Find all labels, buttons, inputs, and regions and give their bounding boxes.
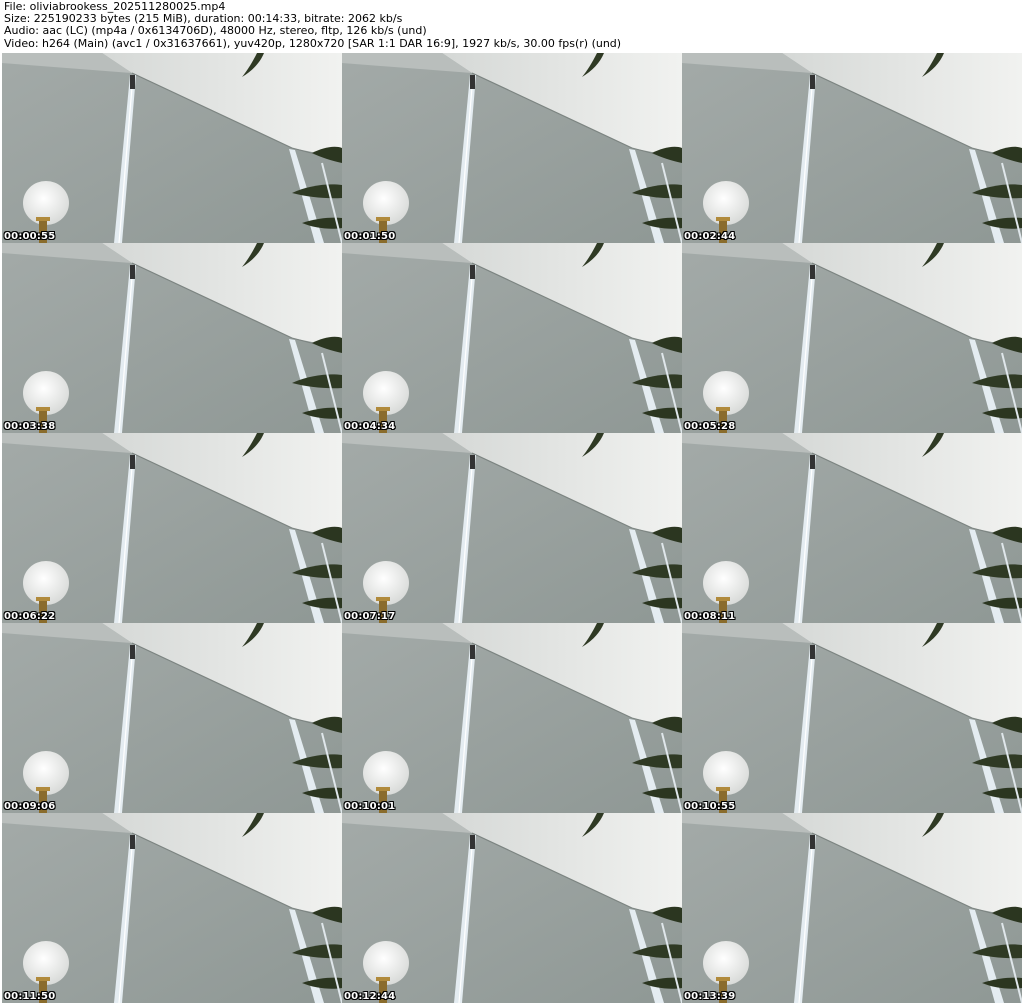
timestamp-label: 00:09:06 [4, 801, 56, 812]
timestamp-label: 00:02:44 [684, 231, 736, 242]
file-info-header: File: oliviabrookess_202511280025.mp4 Si… [4, 1, 1020, 50]
video-thumbnail-6: 00:05:28 [682, 243, 1022, 433]
timestamp-label: 00:08:11 [684, 611, 736, 622]
frame-image [2, 243, 342, 433]
timestamp-label: 00:06:22 [4, 611, 56, 622]
timestamp-label: 00:07:17 [344, 611, 396, 622]
frame-image [682, 433, 1022, 623]
frame-image [2, 53, 342, 243]
file-name-line: File: oliviabrookess_202511280025.mp4 [4, 1, 226, 13]
frame-image [342, 243, 682, 433]
video-thumbnail-12: 00:10:55 [682, 623, 1022, 813]
video-thumbnail-2: 00:01:50 [342, 53, 682, 243]
frame-image [342, 623, 682, 813]
timestamp-label: 00:12:44 [344, 991, 396, 1002]
timestamp-label: 00:13:39 [684, 991, 736, 1002]
video-thumbnail-1: 00:00:55 [2, 53, 342, 243]
video-thumbnail-7: 00:06:22 [2, 433, 342, 623]
frame-image [2, 813, 342, 1003]
video-thumbnail-3: 00:02:44 [682, 53, 1022, 243]
frame-image [2, 623, 342, 813]
frame-image [682, 813, 1022, 1003]
timestamp-label: 00:10:55 [684, 801, 736, 812]
video-thumbnail-10: 00:09:06 [2, 623, 342, 813]
video-thumbnail-8: 00:07:17 [342, 433, 682, 623]
video-thumbnail-9: 00:08:11 [682, 433, 1022, 623]
video-info-line: Video: h264 (Main) (avc1 / 0x31637661), … [4, 37, 622, 50]
video-thumbnail-14: 00:12:44 [342, 813, 682, 1003]
frame-image [342, 813, 682, 1003]
file-size-line: Size: 225190233 bytes (215 MiB), duratio… [4, 13, 403, 26]
frame-image [682, 623, 1022, 813]
video-thumbnail-13: 00:11:50 [2, 813, 342, 1003]
audio-info-line: Audio: aac (LC) (mp4a / 0x6134706D), 480… [4, 25, 427, 38]
frame-image [342, 433, 682, 623]
timestamp-label: 00:00:55 [4, 231, 56, 242]
timestamp-label: 00:11:50 [4, 991, 56, 1002]
frame-image [2, 433, 342, 623]
video-thumbnail-11: 00:10:01 [342, 623, 682, 813]
timestamp-label: 00:01:50 [344, 231, 396, 242]
thumbnail-grid: 00:00:55 00:01:50 00:02:44 00:03:38 00:0… [2, 53, 1022, 1003]
video-thumbnail-15: 00:13:39 [682, 813, 1022, 1003]
timestamp-label: 00:05:28 [684, 421, 736, 432]
timestamp-label: 00:03:38 [4, 421, 56, 432]
video-thumbnail-5: 00:04:34 [342, 243, 682, 433]
frame-image [682, 243, 1022, 433]
timestamp-label: 00:04:34 [344, 421, 396, 432]
timestamp-label: 00:10:01 [344, 801, 396, 812]
video-thumbnail-4: 00:03:38 [2, 243, 342, 433]
frame-image [342, 53, 682, 243]
frame-image [682, 53, 1022, 243]
